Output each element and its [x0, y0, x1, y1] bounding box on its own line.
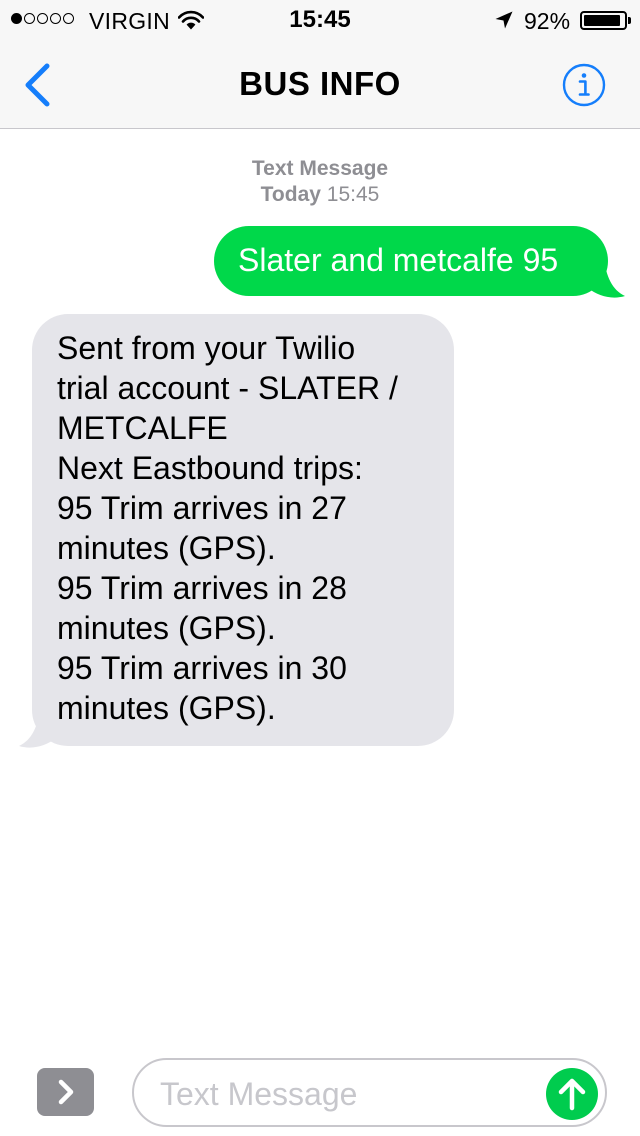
- battery-percent: 92%: [524, 8, 571, 34]
- incoming-message-bubble[interactable]: Sent from your Twilio trial account - SL…: [32, 314, 454, 746]
- status-bar: VIRGIN 15:45 92%: [0, 0, 640, 40]
- outgoing-message-bubble[interactable]: Slater and metcalfe 95: [214, 226, 608, 296]
- timestamp-time: 15:45: [326, 183, 380, 206]
- message-input-placeholder: Text Message: [160, 1076, 358, 1112]
- chevron-right-icon: [58, 1079, 74, 1105]
- timestamp-day: Today: [260, 183, 321, 206]
- message-line: 95 Trim arrives in 28: [57, 570, 347, 606]
- message-line: METCALFE: [57, 410, 228, 446]
- message-service-label: Text Message: [251, 157, 389, 180]
- message-line: Sent from your Twilio: [57, 330, 356, 366]
- battery-fill: [584, 15, 620, 26]
- message-line: trial account - SLATER /: [57, 370, 398, 406]
- location-arrow-icon: [495, 11, 513, 29]
- message-line: Next Eastbound trips:: [57, 450, 363, 486]
- message-line: minutes (GPS).: [57, 610, 276, 646]
- message-line: 95 Trim arrives in 27: [57, 490, 347, 526]
- message-line: minutes (GPS).: [57, 530, 276, 566]
- arrow-up-icon: [558, 1078, 586, 1111]
- message-input[interactable]: Text Message: [132, 1058, 607, 1127]
- battery-tip: [628, 17, 631, 24]
- message-line: minutes (GPS).: [57, 690, 276, 726]
- conversation-title: BUS INFO: [239, 65, 401, 102]
- battery-icon: [580, 11, 627, 30]
- message-line: 95 Trim arrives in 30: [57, 650, 347, 686]
- nav-bar: BUS INFO: [0, 40, 640, 129]
- apps-expand-button[interactable]: [37, 1068, 94, 1116]
- message-timestamp: Today 15:45: [0, 182, 640, 208]
- outgoing-message-text: Slater and metcalfe 95: [238, 242, 559, 278]
- send-button[interactable]: [546, 1068, 598, 1120]
- info-icon[interactable]: [562, 63, 606, 107]
